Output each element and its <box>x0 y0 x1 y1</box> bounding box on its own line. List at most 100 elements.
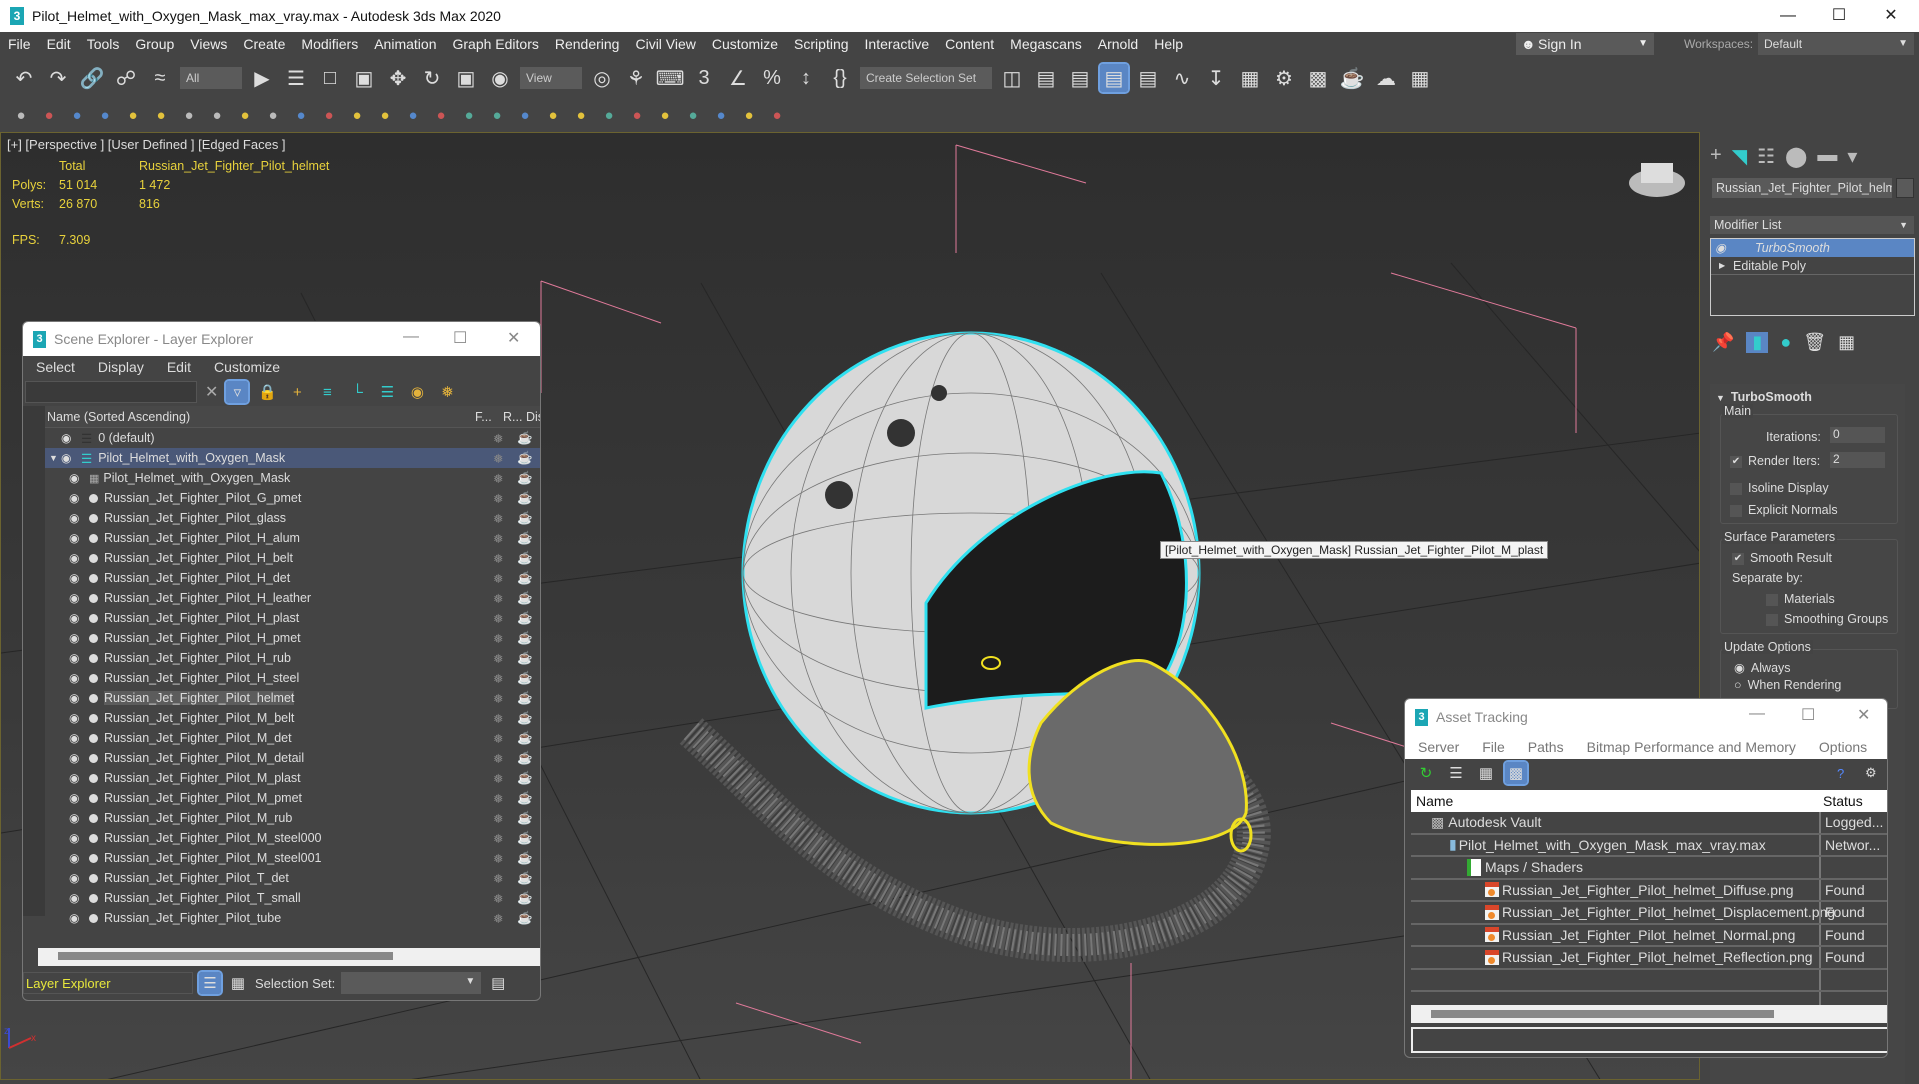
undo-icon[interactable]: ↶ <box>10 64 38 92</box>
window-crossing-icon[interactable]: ▣ <box>350 64 378 92</box>
visibility-eye-icon[interactable]: ◉ <box>69 851 85 865</box>
column-status[interactable]: Status <box>1823 790 1863 812</box>
visibility-eye-icon[interactable]: ◉ <box>69 771 85 785</box>
menu-paths[interactable]: Paths <box>1515 739 1574 755</box>
stack-item-turbosmooth[interactable]: ◉ TurboSmooth <box>1711 239 1914 257</box>
always-radio[interactable]: ◉ Always <box>1734 660 1791 675</box>
pin-stack-icon[interactable]: 📌 <box>1712 332 1734 353</box>
freeze-toggle-icon[interactable]: ❅ <box>493 431 503 446</box>
tree-row[interactable]: ◉ Russian_Jet_Fighter_Pilot_tube ❅ ☕ <box>45 908 540 928</box>
make-unique-icon[interactable]: ● <box>1780 332 1791 353</box>
freeze-toggle-icon[interactable]: ❅ <box>493 631 503 646</box>
mirror-icon[interactable]: ◫ <box>998 64 1026 92</box>
freeze-toggle-icon[interactable]: ❅ <box>493 511 503 526</box>
show-end-result-icon[interactable]: ▮ <box>1746 332 1769 353</box>
cylinder-icon[interactable]: ● <box>94 104 116 126</box>
help-icon[interactable]: ● <box>766 104 788 126</box>
minimize-button[interactable]: — <box>1749 705 1765 723</box>
column-name[interactable]: Name <box>1411 793 1453 809</box>
horizontal-scrollbar[interactable] <box>38 948 540 966</box>
list-view-icon[interactable]: ☰ <box>1445 762 1467 784</box>
hide-icon[interactable]: ◉ <box>406 381 428 403</box>
render-setup-icon[interactable]: ⚙ <box>1270 64 1298 92</box>
menu-file[interactable]: File <box>0 36 39 52</box>
visibility-eye-icon[interactable]: ◉ <box>69 631 85 645</box>
scrollbar-thumb[interactable] <box>58 952 393 960</box>
column-render[interactable]: R... <box>503 410 522 424</box>
pivot-icon[interactable]: ◎ <box>588 64 616 92</box>
renderable-toggle-icon[interactable]: ☕ <box>517 891 533 906</box>
plane-icon[interactable]: ● <box>122 104 144 126</box>
tree-row[interactable]: ◉ Russian_Jet_Fighter_Pilot_G_pmet ❅ ☕ <box>45 488 540 508</box>
freeze-toggle-icon[interactable]: ❅ <box>493 811 503 826</box>
column-name[interactable]: Name (Sorted Ascending) <box>45 410 190 424</box>
thumbnail-view-icon[interactable]: ▦ <box>1475 762 1497 784</box>
rect-selection-icon[interactable]: □ <box>316 64 344 92</box>
freeze-toggle-icon[interactable]: ❅ <box>493 831 503 846</box>
visibility-eye-icon[interactable]: ◉ <box>61 451 77 465</box>
renderable-toggle-icon[interactable]: ☕ <box>517 831 533 846</box>
tree-row[interactable]: ◉ Russian_Jet_Fighter_Pilot_M_plast ❅ ☕ <box>45 768 540 788</box>
freeze-toggle-icon[interactable]: ❅ <box>493 911 503 926</box>
renderable-toggle-icon[interactable]: ☕ <box>517 771 533 786</box>
freeze-toggle-icon[interactable]: ❅ <box>493 851 503 866</box>
ref-coord-select[interactable]: View <box>520 67 582 89</box>
select-by-name-icon[interactable]: ☰ <box>282 64 310 92</box>
freeze-toggle-icon[interactable]: ❅ <box>493 651 503 666</box>
menu-modifiers[interactable]: Modifiers <box>293 36 366 52</box>
rollout-header[interactable]: ▼ TurboSmooth <box>1710 384 1905 404</box>
minimize-button[interactable]: — <box>403 328 419 346</box>
hierarchy-icon[interactable]: └ <box>346 381 368 403</box>
renderable-toggle-icon[interactable]: ☕ <box>517 631 533 646</box>
stack-item-editable-poly[interactable]: ▶ Editable Poly <box>1711 257 1914 275</box>
rendered-frame-icon[interactable]: ▩ <box>1304 64 1332 92</box>
menu-interactive[interactable]: Interactive <box>857 36 938 52</box>
tree-row[interactable]: ◉ Russian_Jet_Fighter_Pilot_M_pmet ❅ ☕ <box>45 788 540 808</box>
renderable-toggle-icon[interactable]: ☕ <box>517 711 533 726</box>
visibility-eye-icon[interactable]: ◉ <box>69 471 85 485</box>
menu-display[interactable]: Display <box>85 359 154 375</box>
hierarchy-icon[interactable]: ▦ <box>227 972 249 994</box>
visibility-eye-icon[interactable]: ◉ <box>69 891 85 905</box>
visibility-eye-icon[interactable]: ◉ <box>69 671 85 685</box>
remove-modifier-icon[interactable]: 🗑 <box>1803 332 1826 353</box>
dope-sheet-icon[interactable]: ↧ <box>1202 64 1230 92</box>
smoothing-groups-checkbox[interactable]: Smoothing Groups <box>1766 612 1888 626</box>
menu-graph-editors[interactable]: Graph Editors <box>444 36 546 52</box>
tree-row[interactable]: ◉ Russian_Jet_Fighter_Pilot_H_pmet ❅ ☕ <box>45 628 540 648</box>
angle-snap-icon[interactable]: ∠ <box>724 64 752 92</box>
freeze-toggle-icon[interactable]: ❅ <box>493 611 503 626</box>
checker-icon[interactable]: ● <box>458 104 480 126</box>
asset-row[interactable]: Maps / Shaders <box>1411 857 1887 880</box>
align-icon[interactable]: ▤ <box>1032 64 1060 92</box>
visibility-eye-icon[interactable]: ◉ <box>69 731 85 745</box>
isoline-checkbox[interactable]: Isoline Display <box>1730 481 1829 495</box>
move-icon[interactable]: ✥ <box>384 64 412 92</box>
visibility-eye-icon[interactable]: ◉ <box>69 751 85 765</box>
material-icon[interactable]: ● <box>710 104 732 126</box>
menu-tools[interactable]: Tools <box>79 36 128 52</box>
tree-row[interactable]: ◉ Russian_Jet_Fighter_Pilot_M_rub ❅ ☕ <box>45 808 540 828</box>
tree-row[interactable]: ◉ Russian_Jet_Fighter_Pilot_H_det ❅ ☕ <box>45 568 540 588</box>
menu-scripting[interactable]: Scripting <box>786 36 856 52</box>
tree-row[interactable]: ◉ Russian_Jet_Fighter_Pilot_M_det ❅ ☕ <box>45 728 540 748</box>
iterations-spinner[interactable]: 0 <box>1830 427 1885 443</box>
renderable-toggle-icon[interactable]: ☕ <box>517 731 533 746</box>
freeze-toggle-icon[interactable]: ❅ <box>493 471 503 486</box>
menu-server[interactable]: Server <box>1405 739 1469 755</box>
asset-row[interactable]: Russian_Jet_Fighter_Pilot_helmet_Displac… <box>1411 902 1887 925</box>
camera-icon[interactable]: ● <box>178 104 200 126</box>
egg-icon[interactable]: ● <box>290 104 312 126</box>
explicit-normals-checkbox[interactable]: Explicit Normals <box>1730 503 1838 517</box>
horizontal-scrollbar[interactable] <box>1411 1005 1887 1023</box>
link-icon[interactable]: 🔗 <box>78 64 106 92</box>
chart-icon[interactable]: ● <box>738 104 760 126</box>
rock-icon[interactable]: ● <box>626 104 648 126</box>
render-icon[interactable]: ☕ <box>1338 64 1366 92</box>
menu-arnold[interactable]: Arnold <box>1090 36 1146 52</box>
menu-civil-view[interactable]: Civil View <box>627 36 703 52</box>
maximize-button[interactable]: ☐ <box>1801 705 1815 725</box>
scale-icon[interactable]: ▣ <box>452 64 480 92</box>
renderable-toggle-icon[interactable]: ☕ <box>517 751 533 766</box>
visibility-eye-icon[interactable]: ◉ <box>61 431 77 445</box>
